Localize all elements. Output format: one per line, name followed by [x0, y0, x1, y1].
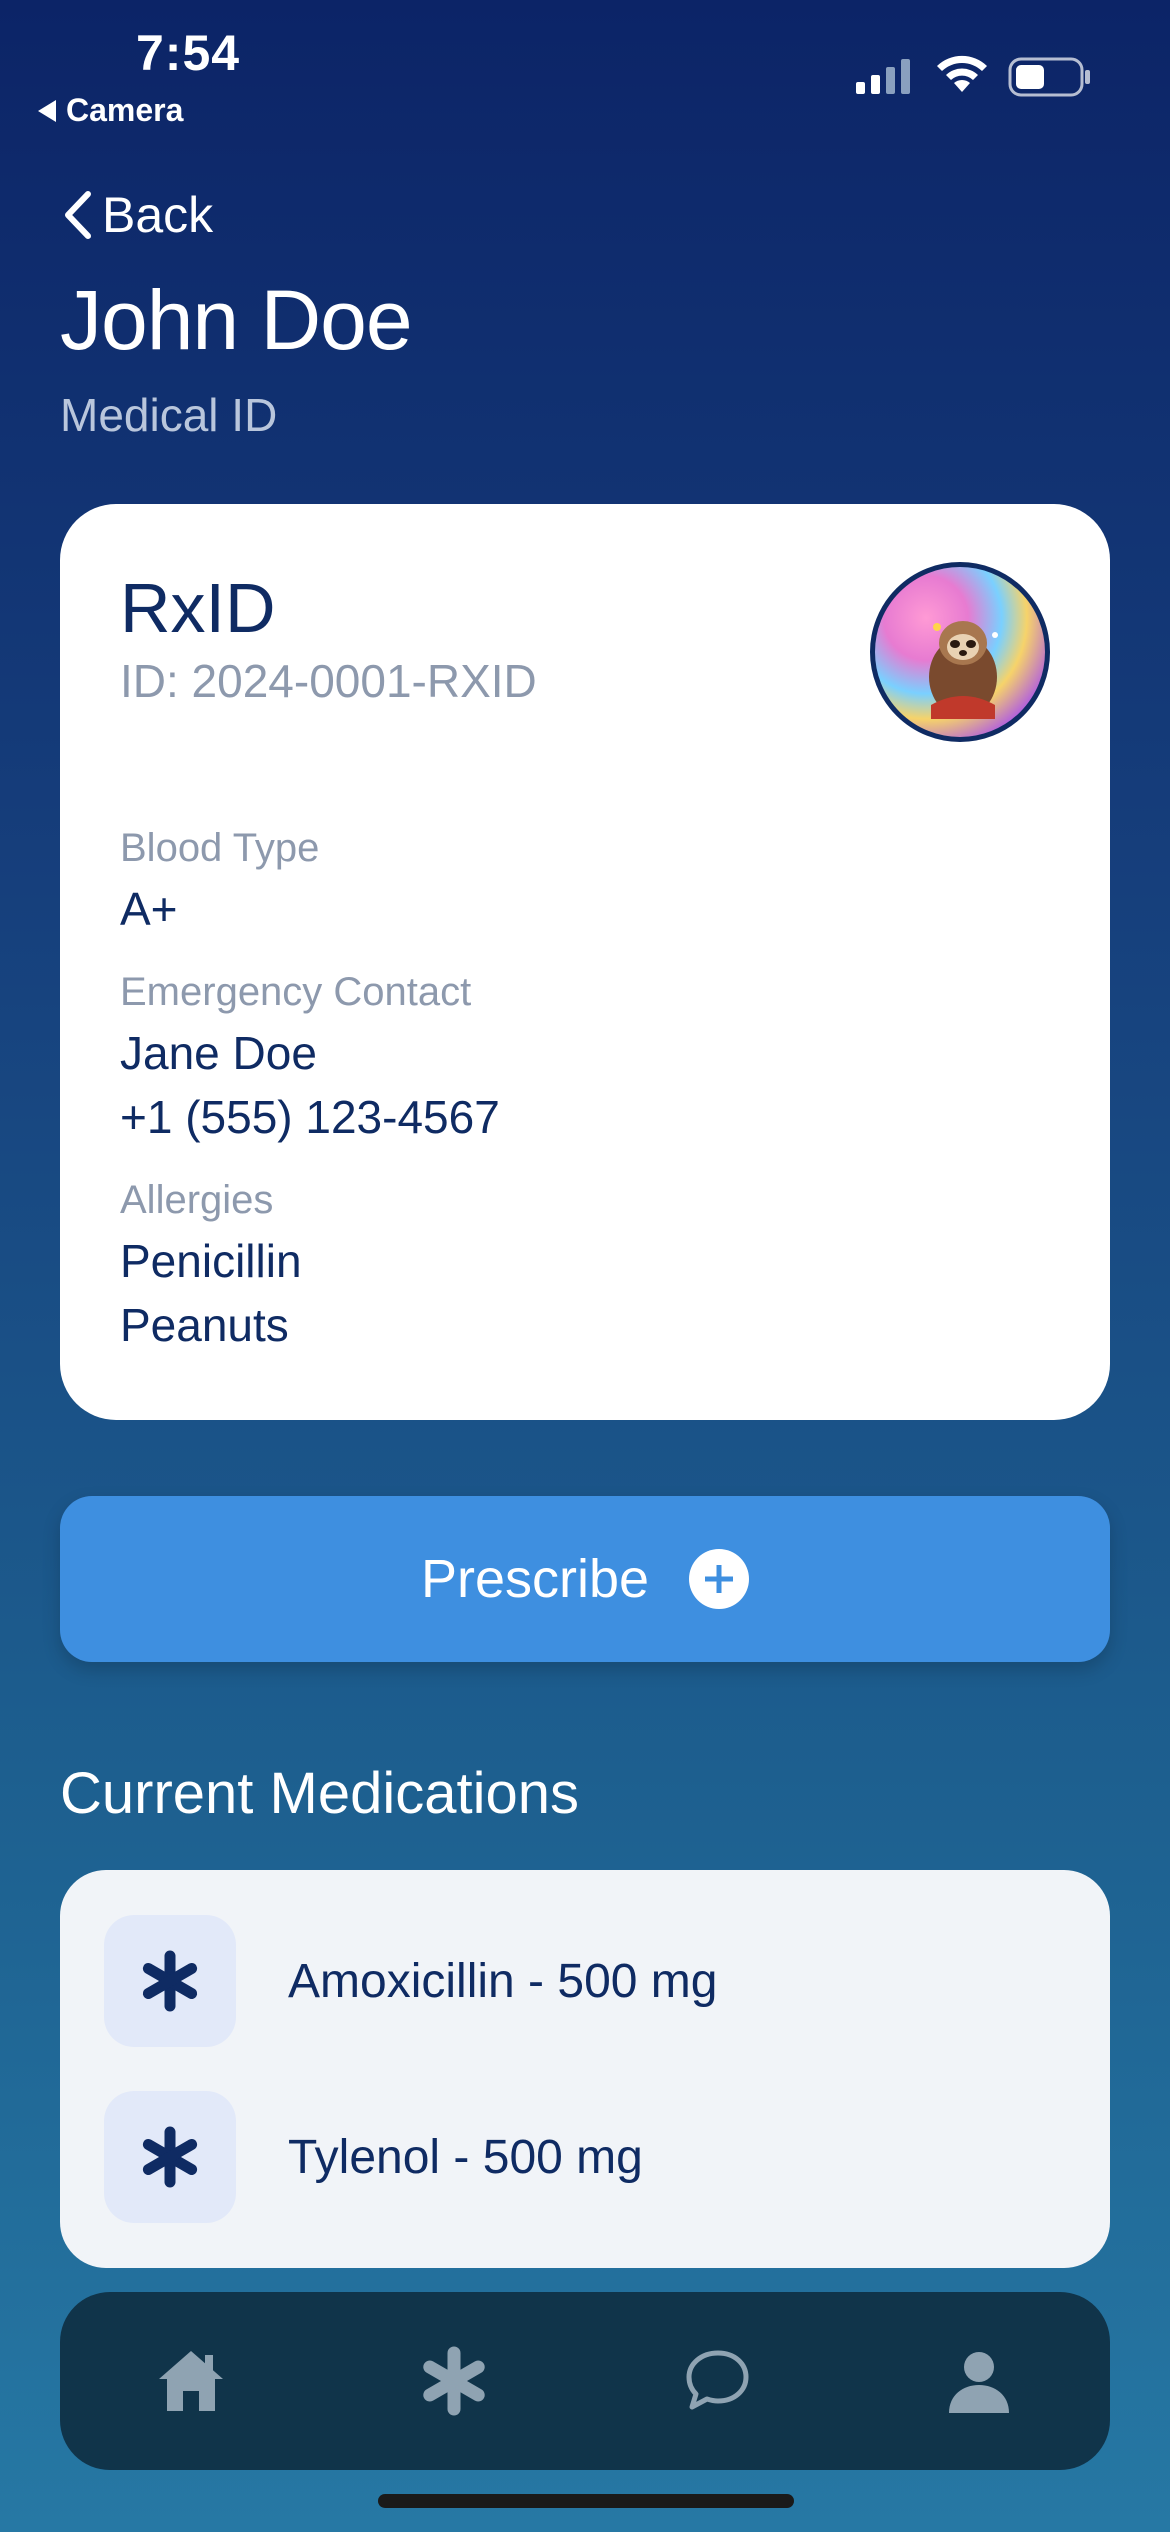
wifi-icon [937, 55, 987, 92]
medical-id-card: RxID ID: 2024-0001-RXID Blood Type A+ Em… [60, 504, 1110, 1420]
medication-item[interactable]: Amoxicillin - 500 mg [104, 1914, 1064, 2048]
blood-type-value: A+ [120, 883, 178, 935]
plus-circle-icon [689, 1549, 750, 1609]
chat-icon [686, 2350, 749, 2410]
tab-messages[interactable] [656, 2321, 776, 2441]
chevron-left-icon [65, 191, 91, 239]
asterisk-icon [104, 1915, 236, 2047]
prescribe-label: Prescribe [420, 1549, 650, 1609]
tab-home[interactable] [131, 2321, 251, 2441]
medication-item[interactable]: Tylenol - 500 mg [104, 2090, 1064, 2224]
status-time: 7:54 [136, 25, 241, 81]
allergies-label: Allergies [120, 1178, 274, 1222]
asterisk-icon [104, 2091, 236, 2223]
medications-list: Amoxicillin - 500 mg Tylenol - 500 mg [60, 1870, 1110, 2268]
medication-name: Amoxicillin - 500 mg [288, 1954, 718, 2008]
section-title-medications: Current Medications [60, 1761, 579, 1826]
emergency-contact-name: Jane Doe [120, 1027, 317, 1079]
back-to-app-link[interactable]: Camera [38, 92, 183, 129]
blood-type-label: Blood Type [120, 826, 320, 870]
cellular-signal-icon [856, 59, 910, 94]
emergency-contact-phone[interactable]: +1 (555) 123-4567 [120, 1090, 500, 1144]
card-brand: RxID [120, 569, 276, 647]
tab-profile[interactable] [919, 2321, 1039, 2441]
battery-icon [1008, 57, 1090, 97]
emergency-contact-label: Emergency Contact [120, 970, 472, 1014]
asterisk-icon [423, 2346, 485, 2416]
status-bar: 7:54 Camera [0, 0, 1170, 140]
page-subtitle: Medical ID [60, 389, 278, 441]
avatar-image [929, 621, 998, 719]
back-triangle-icon [38, 99, 56, 122]
home-icon [159, 2351, 224, 2411]
patient-name: John Doe [60, 273, 413, 367]
back-to-app-label: Camera [66, 92, 184, 128]
allergy-item: Peanuts [120, 1299, 289, 1351]
person-icon [948, 2352, 1009, 2413]
allergy-item: Penicillin [120, 1235, 302, 1287]
tab-bar [60, 2292, 1110, 2470]
card-id-number: ID: 2024-0001-RXID [120, 655, 537, 707]
back-button[interactable]: Back [60, 186, 213, 244]
back-label: Back [102, 187, 214, 243]
medication-name: Tylenol - 500 mg [288, 2130, 643, 2184]
avatar[interactable] [870, 562, 1050, 742]
tab-medications[interactable] [394, 2321, 514, 2441]
home-indicator[interactable] [378, 2494, 794, 2508]
prescribe-button[interactable]: Prescribe [60, 1496, 1110, 1662]
